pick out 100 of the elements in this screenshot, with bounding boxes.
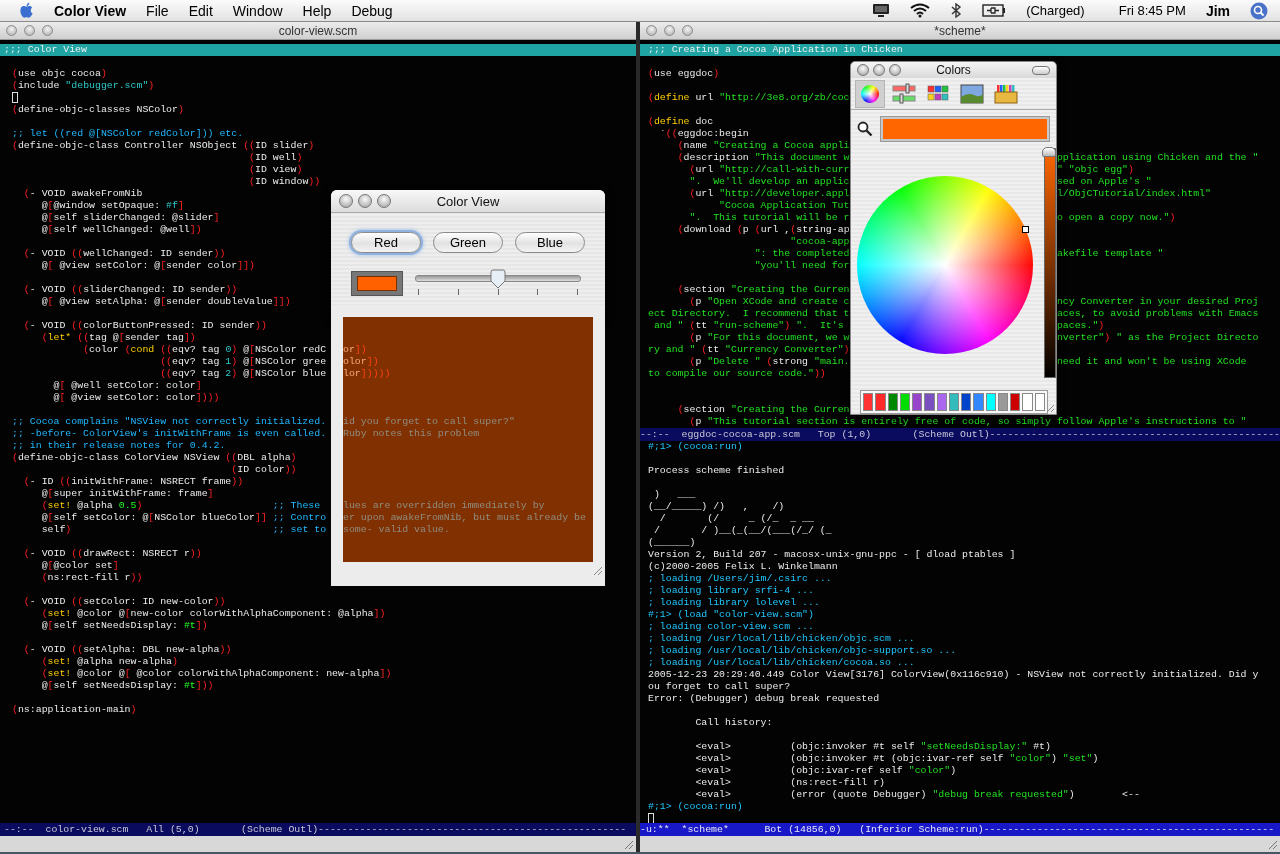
code-line: (p "This tutorial section is entirely free of code, so simply follow Apple's instructions to " — [688, 416, 1247, 427]
code-line: `((eggdoc:begin — [658, 128, 749, 139]
close-button[interactable] — [646, 25, 657, 36]
code-line: (- VOID ((setAlpha: DBL new-alpha)) — [22, 644, 232, 655]
color-swatch[interactable] — [985, 393, 996, 411]
code-line: pplication using Chicken and the " — [1056, 152, 1259, 164]
display-icon[interactable] — [872, 3, 891, 18]
code-line: ; loading /Users/jim/.csirc ... — [648, 573, 832, 584]
code-line: need it and won't be using XCode — [1056, 356, 1247, 368]
color-button[interactable]: Green — [433, 232, 503, 253]
color-swatch[interactable] — [948, 393, 960, 411]
toolbar-toggle-button[interactable] — [1032, 66, 1050, 75]
resize-grip-icon[interactable] — [1045, 403, 1055, 413]
code-line: (- VOID ((wellChanged: ID sender)) — [22, 248, 226, 259]
resize-grip-icon[interactable] — [1266, 838, 1278, 850]
menu-clock[interactable]: Fri 8:45 PM — [1118, 3, 1186, 18]
minimize-button[interactable] — [873, 64, 885, 76]
color-swatch[interactable] — [912, 393, 923, 411]
color-swatch[interactable] — [924, 393, 935, 411]
window-title: Color View — [436, 193, 500, 209]
code-line: @[self wellChanged: @well]) — [40, 224, 202, 235]
color-swatch[interactable] — [1010, 393, 1021, 411]
minimize-button[interactable] — [358, 194, 372, 208]
code-line: (use objc cocoa) — [12, 68, 107, 79]
menu-item[interactable]: Debug — [351, 2, 393, 19]
close-button[interactable] — [339, 194, 353, 208]
close-button[interactable] — [6, 25, 17, 36]
code-line: (ID well) — [248, 152, 303, 163]
zoom-button[interactable] — [42, 25, 53, 36]
mode-tab[interactable] — [855, 79, 885, 108]
bluetooth-icon[interactable] — [950, 3, 963, 18]
code-line: (use eggdoc) — [648, 68, 720, 79]
color-swatch[interactable] — [1034, 393, 1045, 411]
code-line: (let* ((tag @[sender tag]) — [40, 332, 196, 343]
search-icon[interactable] — [1250, 1, 1268, 20]
code-line: ": the completed — [753, 248, 850, 259]
code-line: (c)2000-2005 Felix L. Winkelmann — [648, 561, 838, 572]
code-line: self) ;; set to — [40, 524, 327, 535]
color-swatch[interactable] — [899, 393, 911, 411]
code-line: / (/ _ (/_ _ __ — [658, 513, 814, 524]
current-color-swatch[interactable] — [881, 117, 1049, 141]
magnifier-icon[interactable] — [857, 121, 873, 137]
minimize-button[interactable] — [664, 25, 675, 36]
color-button[interactable]: Blue — [515, 232, 585, 253]
menu-item[interactable]: Help — [302, 2, 332, 19]
zoom-button[interactable] — [682, 25, 693, 36]
code-line: (description "This document w — [676, 152, 850, 163]
menu-item[interactable]: File — [146, 2, 169, 19]
color-swatch[interactable] — [961, 393, 972, 411]
color-swatch[interactable] — [887, 393, 898, 411]
sliders-icon — [892, 82, 916, 105]
code-line: (set! @alpha new-alpha) — [40, 656, 178, 667]
color-swatch[interactable] — [936, 393, 947, 411]
color-button[interactable]: Red — [351, 232, 421, 253]
color-swatch[interactable] — [997, 393, 1009, 411]
color-well[interactable] — [351, 271, 403, 296]
menu-item[interactable]: Edit — [188, 2, 213, 19]
code-line: Error: (Debugger) debug break requested — [648, 693, 880, 704]
window-title: color-view.scm — [278, 23, 358, 38]
slider-track[interactable] — [415, 269, 581, 289]
slider-thumb[interactable] — [1042, 147, 1057, 157]
code-line: @[ @view setColor: @[sender color]]) — [40, 260, 255, 271]
code-line: ;; -before- ColorView's initWithFrame is even called. — [12, 428, 327, 439]
code-line: (name "Creating a Cocoa appli — [676, 140, 850, 151]
color-swatch[interactable] — [875, 393, 886, 411]
code-line: (__/_____) /) , /) — [648, 501, 785, 512]
close-button[interactable] — [857, 64, 869, 76]
code-line: to compile our source code.")) — [648, 368, 826, 379]
code-line: ; loading /usr/local/lib/chicken/cocoa.so ... — [648, 657, 915, 668]
user-menu[interactable]: Jim — [1205, 2, 1230, 19]
code-line: <eval> (objc:invoker #t (objc:ivar-ref self "color") "set") — [694, 753, 1099, 764]
resize-grip-icon[interactable] — [622, 838, 634, 850]
code-line: <eval> (ns:rect-fill r) — [694, 777, 886, 788]
text-cursor — [12, 92, 18, 103]
slider-thumb[interactable] — [490, 269, 506, 289]
menu-item[interactable]: Window — [232, 2, 283, 19]
window-title: *scheme* — [934, 23, 986, 38]
minimize-button[interactable] — [24, 25, 35, 36]
code-line: @[ @well setColor: color] — [52, 380, 202, 391]
color-swatch[interactable] — [1022, 393, 1033, 411]
code-line: Process scheme finished — [648, 465, 785, 476]
color-swatch[interactable] — [863, 393, 874, 411]
code-line: ry and " (tt "Currency Converter") — [648, 344, 850, 355]
code-line: l/ObjCTutorial/index.html" — [1056, 188, 1211, 200]
zoom-button[interactable] — [377, 194, 391, 208]
color-swatch[interactable] — [973, 393, 984, 411]
code-line: o open a copy now.") — [1056, 212, 1176, 224]
apple-icon[interactable] — [19, 2, 34, 19]
wifi-icon[interactable] — [910, 3, 931, 18]
code-line: (set! @alpha 0.5) ;; These — [40, 500, 321, 511]
resize-grip-icon[interactable] — [591, 564, 603, 576]
selection-marker[interactable] — [1022, 225, 1030, 233]
menu-item[interactable]: Color View — [54, 2, 127, 19]
code-line: lor])))) — [343, 368, 391, 380]
code-line: @[self setColor: @[NSColor blueColor]] ;; Contro — [40, 512, 327, 523]
tick-mark — [418, 289, 419, 295]
code-line: (section "Creating the Curren — [676, 404, 850, 415]
battery-icon[interactable] — [982, 4, 1007, 17]
zoom-button[interactable] — [889, 64, 901, 76]
brightness-slider[interactable] — [1044, 148, 1056, 378]
